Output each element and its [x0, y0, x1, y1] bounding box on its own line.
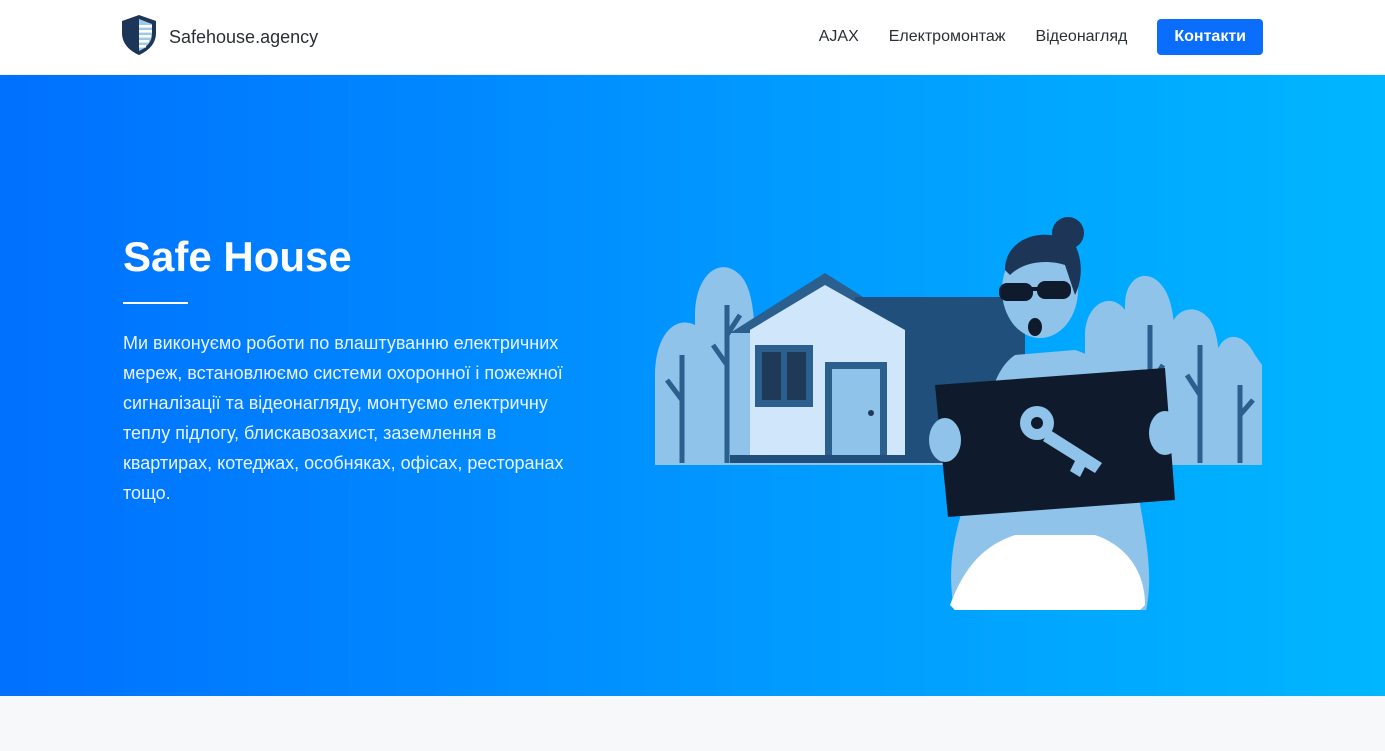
brand-home-link[interactable]: Safehouse.agency	[121, 14, 319, 61]
contacts-button[interactable]: Контакти	[1157, 19, 1263, 55]
brand-name: Safehouse.agency	[169, 26, 319, 47]
nav-link-electrical[interactable]: Електромонтаж	[889, 28, 1006, 46]
nav-link-video-surveillance[interactable]: Відеонагляд	[1035, 28, 1127, 46]
next-section-band	[0, 696, 1385, 751]
hero-divider	[123, 302, 188, 304]
hero-illustration	[655, 215, 1262, 615]
hero-description: Ми виконуємо роботи по влаштуванню елект…	[123, 333, 564, 503]
nav-link-ajax[interactable]: AJAX	[819, 28, 859, 46]
top-navigation-bar: Safehouse.agency AJAX Електромонтаж Віде…	[0, 0, 1385, 75]
hero-section: Safe House Ми виконуємо роботи по влашту…	[0, 75, 1385, 696]
hero-title: Safe House	[123, 233, 352, 280]
shield-icon	[121, 14, 157, 61]
main-nav: AJAX Електромонтаж Відеонагляд Контакти	[819, 19, 1263, 55]
